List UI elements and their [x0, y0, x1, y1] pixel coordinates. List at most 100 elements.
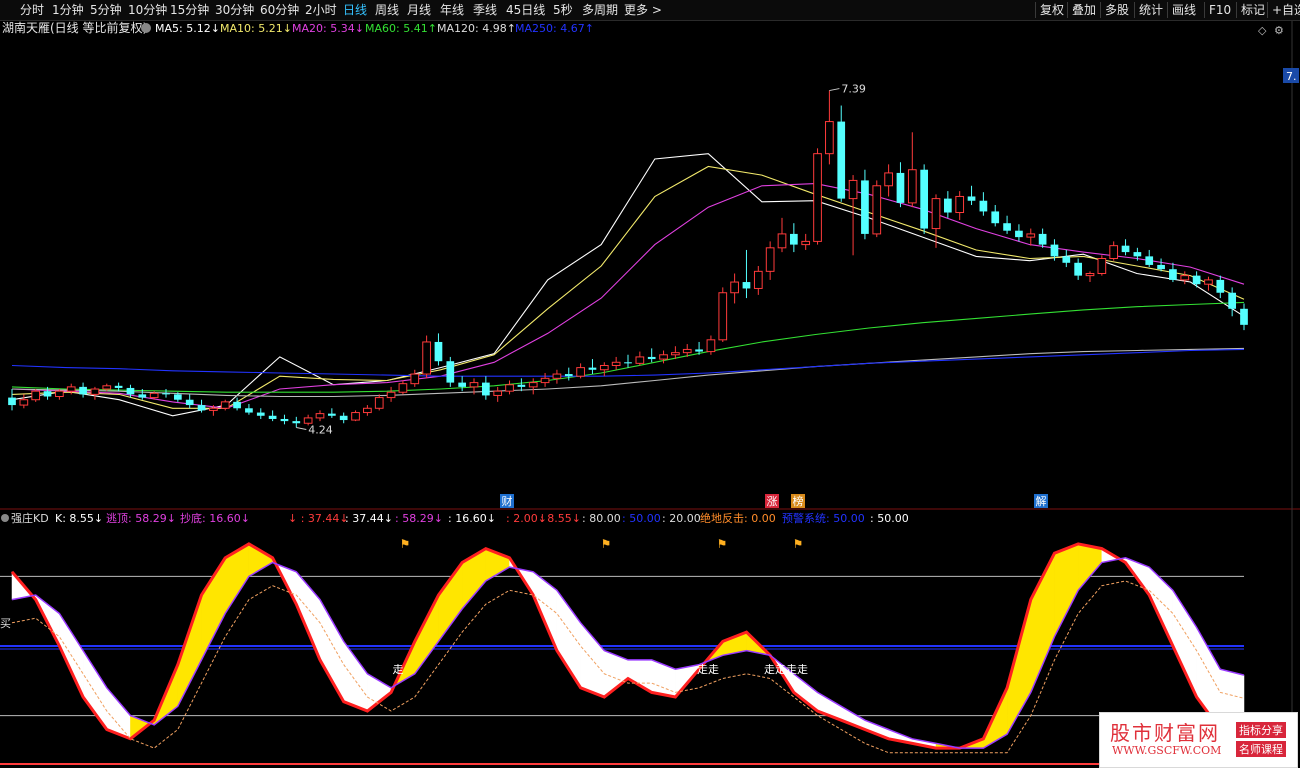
kd-band [793, 673, 818, 712]
candle-body [1026, 233, 1036, 238]
candle-body [1192, 275, 1201, 285]
candle-body [1240, 308, 1248, 325]
kd-band [343, 640, 368, 712]
candle-body [209, 407, 218, 411]
indicator-legend-8: : 8.55↓ [540, 512, 581, 525]
candle-body [138, 394, 147, 398]
kd-band [248, 543, 273, 577]
candle-body [813, 153, 822, 242]
candle-body [55, 390, 64, 398]
candle-body [765, 247, 775, 272]
sell-label-2: 走走走走 [764, 663, 808, 676]
candle-body [931, 198, 941, 230]
candle-body [185, 399, 194, 406]
candle-body [1169, 269, 1177, 280]
candle-body [79, 386, 87, 395]
candle-body [43, 391, 52, 397]
candle-body [398, 383, 408, 393]
candle-body [801, 240, 811, 246]
candle-body [920, 169, 929, 229]
watermark-title: 股市财富网 [1110, 721, 1220, 745]
candle-body [599, 364, 609, 371]
candle-body [528, 382, 538, 388]
candle-body [955, 195, 965, 214]
kd-band [1054, 543, 1079, 637]
candle-body [552, 373, 562, 379]
candle-body [114, 385, 123, 388]
warning-icon: ⚑ [717, 537, 728, 551]
indicator-legend-0: K: 8.55↓ [55, 512, 103, 525]
candle-body [991, 211, 1000, 224]
candle-body [1145, 256, 1154, 265]
candle-body [884, 172, 893, 187]
candle-body [588, 367, 597, 370]
candle-body [102, 385, 112, 390]
candle-body [303, 417, 313, 424]
candle-body [233, 401, 241, 409]
candle-body [564, 374, 573, 377]
candle-body [66, 386, 76, 392]
candle-body [458, 382, 467, 387]
warning-icon: ⚑ [601, 537, 612, 551]
chart-canvas: 湖南天雁(日线 等比前复权) MA5: 5.12↓ MA10: 5.21↓ MA20:… [0, 20, 1300, 768]
chart-title: 湖南天雁(日线 等比前复权) [2, 20, 147, 35]
indicator-legend-1: 逃顶: 58.29↓ [106, 512, 176, 525]
indicator-legend-10: : 50.00 [622, 512, 661, 525]
candle-body [292, 421, 301, 424]
sell-label-1: 走走 [697, 663, 719, 676]
indicator-legend-5: : 58.29↓ [395, 512, 443, 525]
candle-body [837, 121, 846, 199]
candle-body [126, 387, 135, 395]
candle-body [1216, 279, 1225, 293]
indicator-legend-6: : 16.60↓ [448, 512, 496, 525]
candle-body [434, 341, 443, 362]
watermark-tag-course: 名师课程 [1236, 741, 1286, 757]
candle-body [753, 270, 763, 289]
high-label: 7.39 [841, 83, 866, 96]
candle-body [386, 391, 396, 399]
candle-body [1133, 252, 1142, 257]
event-marker-0: 财 [502, 494, 513, 508]
candle-body [19, 399, 29, 406]
candle-body [671, 352, 680, 356]
kd-band [461, 548, 487, 610]
candle-body [979, 200, 988, 212]
candle-body [1062, 256, 1071, 263]
kd-band [556, 589, 581, 689]
buy-label: 买 [0, 617, 11, 630]
indicator-legend-14: : 50.00 [870, 512, 909, 525]
indicator-legend-4: : 37.44↓ [345, 512, 393, 525]
candle-body [446, 361, 455, 383]
indicator-legend-9: : 80.00 [582, 512, 621, 525]
kd-band [627, 659, 652, 693]
candle-body [339, 415, 348, 421]
candle-body [872, 185, 882, 235]
candle-body [505, 384, 514, 392]
candle-body [659, 354, 668, 360]
candle-body [967, 196, 976, 201]
candle-body [410, 373, 420, 385]
kd-band [1172, 589, 1197, 698]
candle-body [611, 361, 621, 366]
event-marker-3: 解 [1036, 494, 1047, 508]
ma-legend-4: MA120: 4.98↑ [437, 22, 516, 35]
candle-body [1228, 292, 1237, 309]
candle-body [268, 415, 277, 419]
candle-body [1097, 258, 1107, 274]
kd-band [82, 649, 108, 731]
ma-legend-0: MA5: 5.12↓ [155, 22, 220, 35]
candle-body [861, 180, 869, 234]
candle-body [1003, 223, 1011, 231]
price-badge-text: 7. [1286, 70, 1297, 83]
kd-band [604, 650, 629, 698]
ma-legend-5: MA250: 4.67↑ [515, 22, 594, 35]
candle-body [173, 394, 182, 400]
low-label: 4.24 [308, 424, 333, 437]
candle-body [245, 408, 253, 413]
kd-band [201, 556, 226, 661]
candle-body [1038, 233, 1047, 245]
candle-body [848, 179, 858, 200]
indicator-title: 强庄KD [11, 511, 49, 525]
candle-body [469, 382, 479, 388]
candle-body [647, 356, 656, 360]
